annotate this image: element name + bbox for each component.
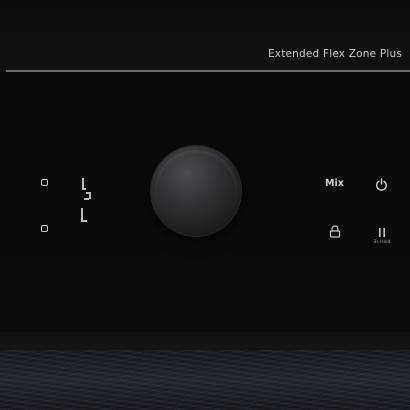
- temp-down-button[interactable]: [41, 225, 48, 232]
- control-dial[interactable]: [151, 146, 241, 236]
- temp-up-button[interactable]: [41, 179, 48, 186]
- pause-icon: [379, 228, 385, 237]
- top-strip: [0, 0, 410, 72]
- temperature-display: [72, 178, 100, 228]
- bottom-edge: [0, 332, 410, 352]
- hold-label: 3s Hold: [373, 240, 391, 245]
- temp-up-icon: [41, 179, 48, 186]
- mix-button[interactable]: Mix: [325, 178, 344, 189]
- lock-button[interactable]: [329, 223, 341, 238]
- lock-icon: [329, 225, 341, 238]
- power-button[interactable]: [375, 176, 388, 191]
- dial-rim: [155, 150, 237, 232]
- pause-button[interactable]: [377, 223, 387, 237]
- brand-label: Extended Flex Zone Plus: [267, 48, 402, 60]
- power-icon: [376, 178, 387, 191]
- temp-down-icon: [41, 225, 48, 232]
- surface-texture: [0, 350, 410, 410]
